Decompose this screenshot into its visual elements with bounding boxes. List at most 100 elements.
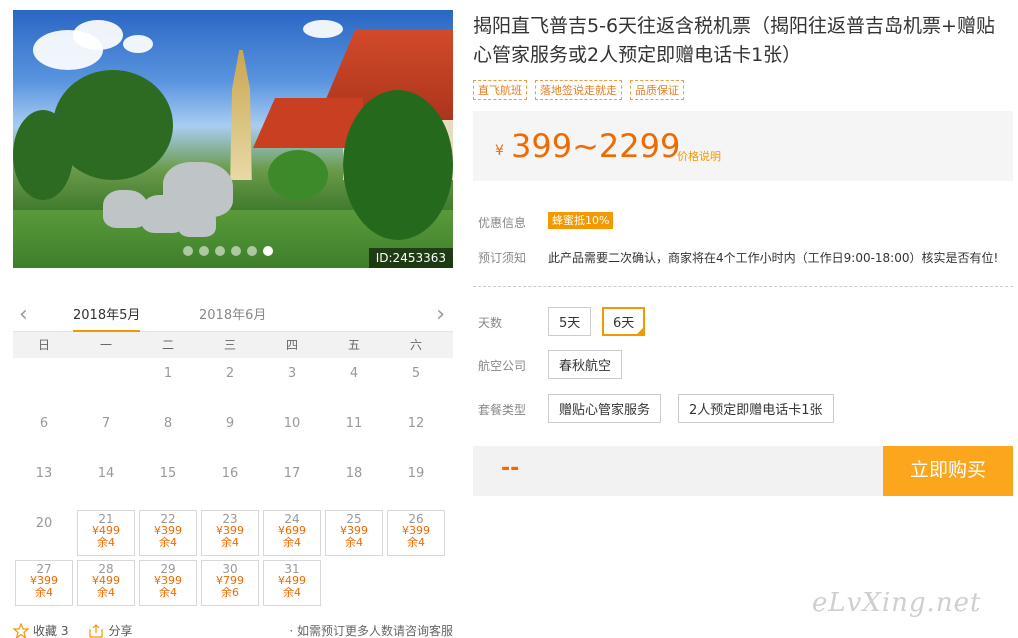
product-tags: 直飞航班 落地签说走就走 品质保证 xyxy=(473,80,684,100)
product-page: ID:2453363 ‹ 2018年5月 2018年6月 › 日 一 二 三 四 五 六 1… xyxy=(0,0,1018,638)
calendar-day-available[interactable]: 21 ¥499 余4 xyxy=(77,510,135,556)
page-footer: 收藏 3 分享 · 如需预订更多人数请咨询客服 xyxy=(13,622,453,638)
calendar-day-available[interactable]: 28 ¥499 余4 xyxy=(77,560,135,606)
star-icon xyxy=(13,622,29,638)
calendar-day-available[interactable]: 24 ¥699 余4 xyxy=(263,510,321,556)
selected-price: -- xyxy=(501,456,520,481)
buy-now-button[interactable]: 立即购买 xyxy=(883,446,1013,496)
notice-text: 此产品需要二次确认，商家将在4个工作小时内（工作日9:00-18:00）核实是否… xyxy=(548,251,999,265)
photo-tree xyxy=(268,150,328,200)
airline-label: 航空公司 xyxy=(478,359,527,373)
share-icon xyxy=(89,623,104,638)
weekday-header: 四 xyxy=(285,338,298,352)
weekday-header: 一 xyxy=(99,338,112,352)
photo-cloud xyxy=(123,35,153,53)
pager-dot[interactable] xyxy=(231,246,241,256)
watermark: eLvXing.net xyxy=(812,588,982,618)
day-remaining: 余4 xyxy=(283,586,301,599)
day-remaining: 余4 xyxy=(345,536,363,549)
calendar-day: 3 xyxy=(287,366,297,381)
calendar-day-available[interactable]: 23 ¥399 余4 xyxy=(201,510,259,556)
calendar-day: 9 xyxy=(225,416,235,431)
discount-row: 优惠信息 蜂蜜抵10% xyxy=(478,212,614,231)
product-title: 揭阳直飞普吉5-6天往返含税机票（揭阳往返普吉岛机票+赠贴心管家服务或2人预定即… xyxy=(473,15,995,66)
discount-badge: 蜂蜜抵10% xyxy=(548,212,614,229)
favorite-button[interactable]: 收藏 3 xyxy=(13,622,68,638)
discount-label: 优惠信息 xyxy=(478,216,527,230)
next-month-icon[interactable]: › xyxy=(436,302,445,327)
calendar-header: ‹ 2018年5月 2018年6月 › xyxy=(13,296,453,332)
pager-dot[interactable] xyxy=(199,246,209,256)
share-label: 分享 xyxy=(108,624,133,638)
share-button[interactable]: 分享 xyxy=(88,622,132,638)
calendar-day: 4 xyxy=(349,366,359,381)
pager-dot-active[interactable] xyxy=(263,246,273,256)
days-label: 天数 xyxy=(478,316,503,330)
calendar-day: 20 xyxy=(35,516,53,531)
option-days-5[interactable]: 5天 xyxy=(548,307,592,336)
calendar-day: 12 xyxy=(407,416,425,431)
calendar-day: 11 xyxy=(345,416,363,431)
day-remaining: 余4 xyxy=(407,536,425,549)
calendar-day: 8 xyxy=(163,416,173,431)
calendar-day-available[interactable]: 31 ¥499 余4 xyxy=(263,560,321,606)
calendar-blank xyxy=(13,358,75,408)
image-id: ID:2453363 xyxy=(368,248,453,268)
day-remaining: 余4 xyxy=(97,536,115,549)
calendar-day: 7 xyxy=(101,416,111,431)
calendar-day: 19 xyxy=(407,466,425,481)
divider xyxy=(473,286,1013,287)
tab-month-june[interactable]: 2018年6月 xyxy=(199,304,266,323)
favorite-label: 收藏 3 xyxy=(33,624,69,638)
option-airline[interactable]: 春秋航空 xyxy=(548,350,623,379)
price-explain-link[interactable]: 价格说明 xyxy=(677,148,721,164)
price-box: ¥ 399~2299 价格说明 xyxy=(473,111,1013,181)
calendar-day-available[interactable]: 26 ¥399 余4 xyxy=(387,510,445,556)
product-tag: 直飞航班 xyxy=(473,80,527,100)
day-remaining: 余4 xyxy=(97,586,115,599)
calendar-day-available[interactable]: 29 ¥399 余4 xyxy=(139,560,197,606)
prev-month-icon[interactable]: ‹ xyxy=(19,302,28,327)
day-remaining: 余4 xyxy=(159,586,177,599)
option-days-6-selected[interactable]: 6天 xyxy=(602,307,646,336)
option-package-simcard[interactable]: 2人预定即赠电话卡1张 xyxy=(678,394,834,423)
weekday-header: 日 xyxy=(37,338,50,352)
pager-dot[interactable] xyxy=(247,246,257,256)
price-range: 399~2299 xyxy=(511,127,681,165)
calendar-day: 13 xyxy=(35,466,53,481)
calendar-day: 17 xyxy=(283,466,301,481)
day-remaining: 余6 xyxy=(221,586,239,599)
calendar-blank xyxy=(75,358,137,408)
photo-cloud xyxy=(303,20,343,38)
buy-bar: -- 立即购买 xyxy=(473,446,1013,496)
photo-cloud xyxy=(73,20,123,50)
weekday-header: 二 xyxy=(161,338,174,352)
photo-tree xyxy=(13,110,73,200)
notice-row: 预订须知 此产品需要二次确认，商家将在4个工作小时内（工作日9:00-18:00… xyxy=(478,249,998,266)
calendar-day: 10 xyxy=(283,416,301,431)
day-remaining: 余4 xyxy=(35,586,53,599)
weekday-header: 五 xyxy=(347,338,360,352)
photo-pager xyxy=(183,246,273,256)
weekday-header: 三 xyxy=(223,338,236,352)
calendar-weekdays: 日一二三四五六 xyxy=(13,332,453,358)
calendar-day-available[interactable]: 22 ¥399 余4 xyxy=(139,510,197,556)
package-label: 套餐类型 xyxy=(478,403,527,417)
tab-month-may[interactable]: 2018年5月 xyxy=(73,304,141,332)
pager-dot[interactable] xyxy=(215,246,225,256)
product-photo[interactable]: ID:2453363 xyxy=(13,10,453,268)
photo-elephant xyxy=(178,205,216,237)
photo-tree xyxy=(343,90,453,240)
calendar-day-available[interactable]: 25 ¥399 余4 xyxy=(325,510,383,556)
day-remaining: 余4 xyxy=(159,536,177,549)
pager-dot[interactable] xyxy=(183,246,193,256)
calendar-day: 15 xyxy=(159,466,177,481)
calendar-day: 5 xyxy=(411,366,421,381)
calendar-day: 6 xyxy=(39,416,49,431)
day-remaining: 余4 xyxy=(221,536,239,549)
calendar-day-available[interactable]: 27 ¥399 余4 xyxy=(15,560,73,606)
option-package-butler[interactable]: 赠贴心管家服务 xyxy=(548,394,662,423)
product-tag: 品质保证 xyxy=(630,80,684,100)
calendar-day: 18 xyxy=(345,466,363,481)
calendar-day-available[interactable]: 30 ¥799 余6 xyxy=(201,560,259,606)
